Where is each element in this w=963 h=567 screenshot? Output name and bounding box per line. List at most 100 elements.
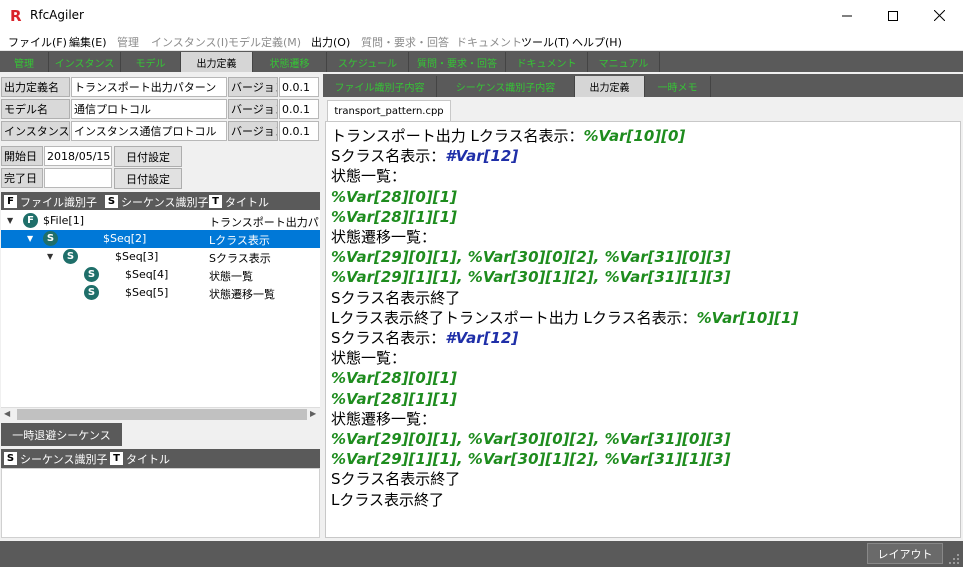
output-name-field[interactable]: トランスポート出力パターン bbox=[71, 77, 227, 97]
col-title[interactable]: T タイトル bbox=[209, 194, 269, 209]
variable-token: %Var[29][0][1] bbox=[331, 248, 457, 267]
layout-button[interactable]: レイアウト bbox=[867, 543, 943, 564]
instance-field[interactable]: インスタンス通信プロトコル bbox=[71, 121, 227, 141]
editor-line: 状態遷移一覧： bbox=[331, 227, 436, 247]
variable-token: , bbox=[456, 248, 468, 267]
tree-row[interactable]: ▼ F $File[1] トランスポート出力パター bbox=[1, 212, 320, 230]
version-field-3[interactable]: 0.0.1 bbox=[279, 121, 319, 141]
temp-list-header: S シーケンス識別子 T タイトル bbox=[1, 449, 320, 468]
tab-model[interactable]: モデル bbox=[121, 52, 181, 72]
variable-token: %Var[29][1][1] bbox=[331, 268, 457, 287]
svg-text:R: R bbox=[10, 7, 22, 24]
temp-sequence-list[interactable] bbox=[1, 468, 320, 538]
version-label-2: バージョン bbox=[228, 99, 278, 119]
editor-line: %Var[29][1][1], %Var[30][1][2], %Var[31]… bbox=[331, 449, 730, 469]
menu-instance[interactable]: インスタンス(I) bbox=[151, 34, 228, 50]
variable-token: , bbox=[593, 450, 605, 469]
tab-manage[interactable]: 管理 bbox=[0, 52, 49, 72]
variable-token: , bbox=[593, 268, 605, 287]
tree-row[interactable]: ▼ S $Seq[3] Sクラス表示 bbox=[1, 248, 320, 266]
tree-row[interactable]: S $Seq[5] 状態遷移一覧 bbox=[1, 284, 320, 302]
tab-temp-memo[interactable]: 一時メモ bbox=[645, 76, 711, 97]
text-token: Sクラス名表示終了 bbox=[331, 470, 461, 489]
tab-manual[interactable]: マニュアル bbox=[588, 52, 660, 72]
start-date-field[interactable]: 2018/05/15 bbox=[44, 146, 112, 166]
tree-node-id: $Seq[4] bbox=[125, 268, 169, 281]
version-field-2[interactable]: 0.0.1 bbox=[279, 99, 319, 119]
col-title[interactable]: T タイトル bbox=[110, 451, 170, 466]
seq-node-icon: S bbox=[63, 249, 78, 264]
tab-schedule[interactable]: スケジュール bbox=[327, 52, 409, 72]
tab-document[interactable]: ドキュメント bbox=[506, 52, 588, 72]
scroll-right-icon[interactable]: ▶ bbox=[310, 409, 316, 418]
tab-file-id-content[interactable]: ファイル識別子内容 bbox=[323, 76, 437, 97]
end-date-label: 完了日 bbox=[1, 168, 43, 188]
tab-state-transition[interactable]: 状態遷移 bbox=[253, 52, 327, 72]
output-name-label: 出力定義名 bbox=[1, 77, 70, 97]
editor-line: トランスポート出力 Lクラス名表示：%Var[10][0] bbox=[331, 126, 685, 146]
tree-node-id: $Seq[3] bbox=[115, 250, 159, 263]
tree-node-title: 状態一覧 bbox=[209, 270, 253, 283]
variable-token: , bbox=[593, 248, 605, 267]
variable-token: #Var[12] bbox=[445, 329, 519, 347]
variable-token: %Var[28][0][1] bbox=[331, 187, 457, 206]
variable-token: %Var[29][0][1] bbox=[331, 430, 457, 448]
menu-document[interactable]: ドキュメント bbox=[456, 34, 522, 50]
menu-model-def[interactable]: モデル定義(M) bbox=[228, 34, 301, 50]
main-tab-bar: 管理 インスタンス モデル 出力定義 状態遷移 スケジュール 質問・要求・回答 … bbox=[0, 51, 963, 72]
editor-line: %Var[29][0][1], %Var[30][0][2], %Var[31]… bbox=[331, 247, 730, 267]
model-field[interactable]: 通信プロトコル bbox=[71, 99, 227, 119]
tree-row[interactable]: ▼ S $Seq[2] Lクラス表示 bbox=[1, 230, 320, 248]
menu-tools[interactable]: ツール(T) bbox=[521, 34, 569, 50]
tab-output-definition[interactable]: 出力定義 bbox=[575, 76, 645, 97]
tree-node-id: $File[1] bbox=[43, 214, 84, 227]
menu-qa[interactable]: 質問・要求・回答 bbox=[361, 34, 449, 50]
variable-token: %Var[31][1][3] bbox=[604, 450, 731, 469]
version-label-1: バージョン bbox=[228, 77, 278, 97]
start-date-set-button[interactable]: 日付設定 bbox=[114, 146, 182, 167]
variable-token: , bbox=[456, 450, 468, 469]
version-field-1[interactable]: 0.0.1 bbox=[279, 77, 319, 97]
variable-token: %Var[30][0][2] bbox=[467, 248, 594, 267]
menu-manage[interactable]: 管理 bbox=[117, 34, 139, 50]
tab-temp-sequence[interactable]: 一時退避シーケンス bbox=[1, 423, 122, 446]
menu-edit[interactable]: 編集(E) bbox=[69, 34, 107, 50]
expand-icon[interactable]: ▼ bbox=[7, 216, 13, 225]
tab-seq-id-content[interactable]: シーケンス識別子内容 bbox=[437, 76, 575, 97]
tab-instance[interactable]: インスタンス bbox=[49, 52, 121, 72]
variable-token: %Var[30][1][2] bbox=[467, 268, 594, 287]
col-seq-id[interactable]: S シーケンス識別子 bbox=[105, 194, 208, 209]
variable-token: , bbox=[456, 430, 468, 448]
seq-node-icon: S bbox=[84, 267, 99, 282]
output-editor[interactable]: トランスポート出力 Lクラス名表示：%Var[10][0] Sクラス名表示：#Va… bbox=[325, 121, 961, 538]
maximize-button[interactable] bbox=[870, 0, 916, 31]
tab-qa[interactable]: 質問・要求・回答 bbox=[409, 52, 506, 72]
scroll-left-icon[interactable]: ◀ bbox=[4, 409, 10, 418]
expand-icon[interactable]: ▼ bbox=[47, 252, 53, 261]
maximize-icon bbox=[888, 10, 898, 21]
menu-output[interactable]: 出力(O) bbox=[311, 34, 350, 50]
resize-grip-icon[interactable] bbox=[948, 553, 960, 565]
text-token: Sクラス名表示： bbox=[331, 329, 446, 347]
tab-output-def[interactable]: 出力定義 bbox=[181, 52, 253, 72]
variable-token: %Var[28][1][1] bbox=[331, 389, 457, 408]
tree-node-title: Lクラス表示 bbox=[209, 234, 270, 247]
status-bar: レイアウト bbox=[0, 541, 963, 567]
menu-help[interactable]: ヘルプ(H) bbox=[572, 34, 622, 50]
sequence-tree: ▼ F $File[1] トランスポート出力パター ▼ S $Seq[2] Lク… bbox=[1, 210, 320, 407]
scroll-thumb[interactable] bbox=[17, 409, 307, 420]
variable-token: %Var[29][1][1] bbox=[331, 450, 457, 469]
text-token: 状態一覧： bbox=[331, 167, 407, 186]
menu-file[interactable]: ファイル(F) bbox=[8, 34, 67, 50]
close-button[interactable] bbox=[916, 0, 962, 31]
end-date-field[interactable] bbox=[44, 168, 112, 188]
minimize-button[interactable] bbox=[824, 0, 870, 31]
col-file-id[interactable]: F ファイル識別子 bbox=[4, 194, 97, 209]
end-date-set-button[interactable]: 日付設定 bbox=[114, 168, 182, 189]
text-token: Sクラス名表示終了 bbox=[331, 288, 461, 307]
tree-row[interactable]: S $Seq[4] 状態一覧 bbox=[1, 266, 320, 284]
col-seq-id[interactable]: S シーケンス識別子 bbox=[4, 451, 107, 466]
editor-line: %Var[28][1][1] bbox=[331, 389, 457, 409]
expand-icon[interactable]: ▼ bbox=[27, 234, 33, 243]
file-tab[interactable]: transport_pattern.cpp bbox=[327, 100, 451, 121]
